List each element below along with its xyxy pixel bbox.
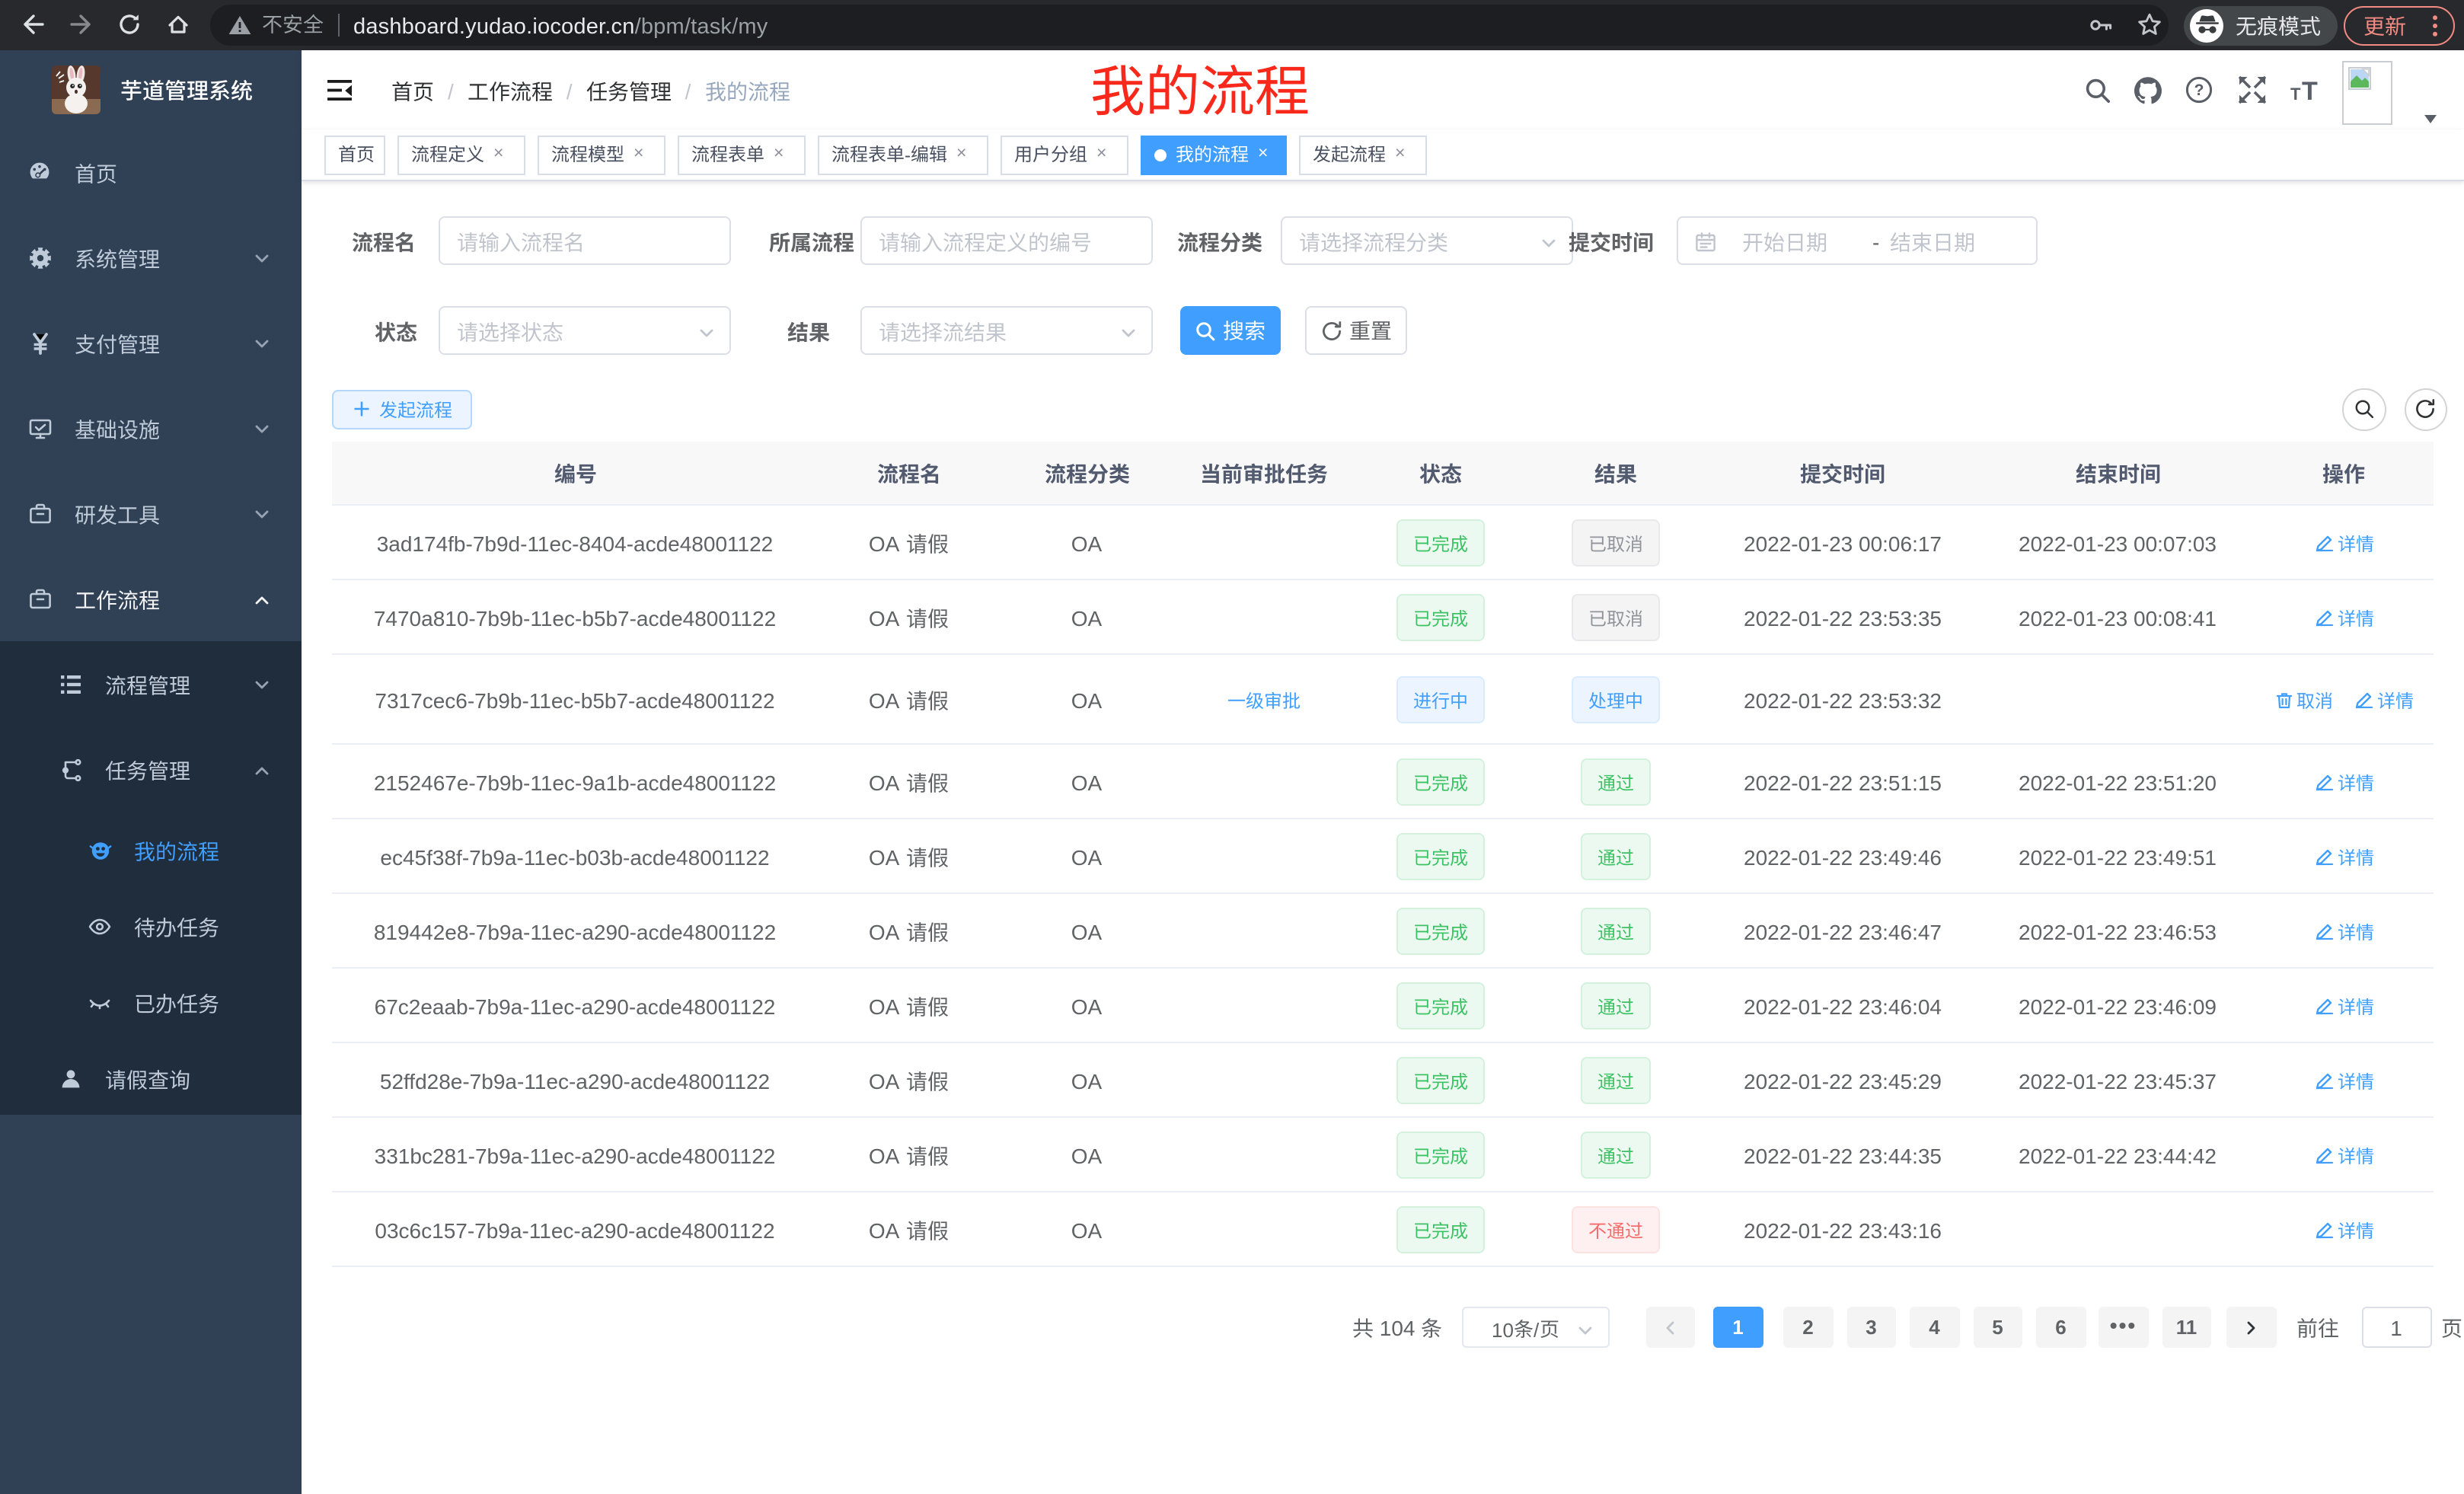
svg-text:T: T: [2290, 85, 2300, 102]
svg-text:T: T: [2301, 78, 2317, 102]
svg-text:?: ?: [2194, 81, 2204, 99]
